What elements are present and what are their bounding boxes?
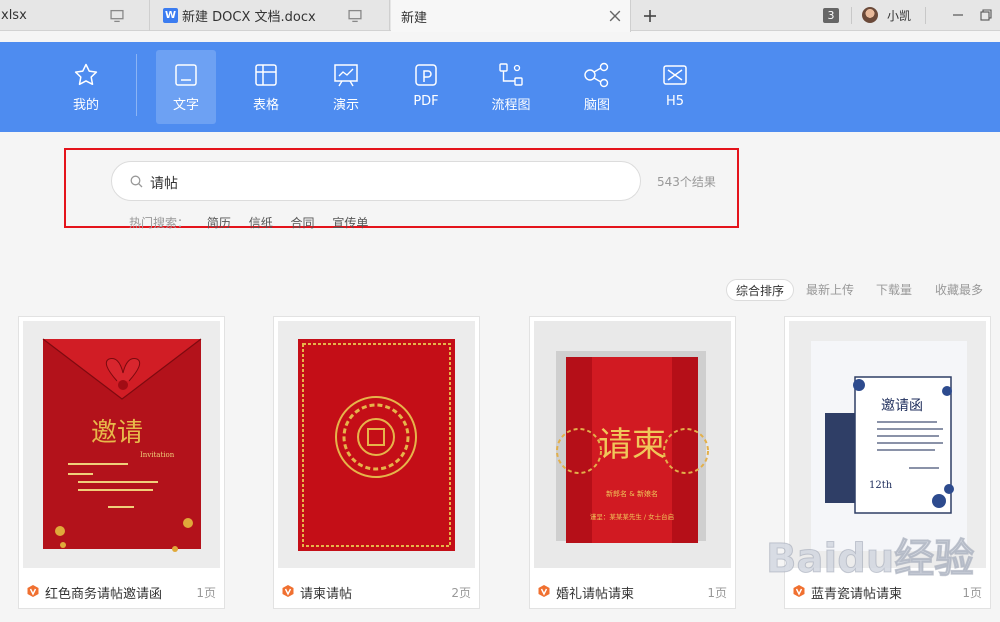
sort-comprehensive[interactable]: 综合排序 <box>726 279 795 301</box>
restore-icon <box>980 9 992 21</box>
flowchart-icon <box>499 63 523 86</box>
template-thumbnail[interactable]: 邀请 Invitation <box>23 321 220 568</box>
hot-search-label: 热门搜索： <box>129 216 190 230</box>
category-label: 脑图 <box>583 98 610 113</box>
document-type-icon <box>27 585 39 597</box>
tab-docx[interactable]: W 新建 DOCX 文档.docx <box>151 0 390 31</box>
wps-writer-icon: W <box>163 8 178 23</box>
h5-icon <box>663 65 687 85</box>
card-pages: 1页 <box>962 586 982 600</box>
mindmap-icon <box>584 62 609 88</box>
category-pdf[interactable]: PDF <box>396 50 456 124</box>
avatar[interactable] <box>862 7 878 23</box>
card-pages: 1页 <box>707 586 727 600</box>
template-card[interactable]: 请柬 新郎名 & 新娘名 谨呈：某某某先生 / 女士台启 婚礼请帖请柬 1页 <box>529 316 736 609</box>
template-thumbnail[interactable]: 请柬 新郎名 & 新娘名 谨呈：某某某先生 / 女士台启 <box>534 321 731 568</box>
thumbnail-date: 12th <box>869 480 893 491</box>
tab-label: xlsx <box>1 8 27 23</box>
sort-favorites[interactable]: 收藏最多 <box>935 279 983 301</box>
app-window: xlsx W 新建 DOCX 文档.docx 新建 3 小凯 我的 文字 表格 … <box>0 0 1000 622</box>
category-sheet[interactable]: 表格 <box>236 50 296 124</box>
card-footer: 红色商务请帖邀请函 1页 <box>19 573 224 609</box>
thumbnail-art-red-invitation: 邀请 Invitation <box>23 321 220 568</box>
thumbnail-art-red-card <box>278 321 475 568</box>
template-card[interactable]: 邀请 Invitation 红色商务请帖邀请函 1页 <box>18 316 225 609</box>
plus-icon <box>644 10 656 22</box>
star-icon <box>74 63 98 86</box>
card-footer: 请柬请帖 2页 <box>274 573 479 609</box>
divider <box>851 7 852 24</box>
category-label: 文字 <box>172 98 199 113</box>
template-thumbnail[interactable] <box>278 321 475 568</box>
restore-button[interactable] <box>976 5 996 25</box>
presentation-icon <box>334 64 358 87</box>
card-footer: 蓝青瓷请帖请柬 1页 <box>785 573 990 609</box>
document-type-icon <box>282 585 294 597</box>
card-footer: 婚礼请帖请柬 1页 <box>530 573 735 609</box>
hot-search-item[interactable]: 合同 <box>291 216 315 230</box>
close-icon[interactable] <box>608 9 622 23</box>
table-icon <box>255 64 277 86</box>
thumbnail-art-blue-invitation: 邀请函 12th <box>789 321 986 568</box>
category-label: 我的 <box>72 98 99 113</box>
username[interactable]: 小凯 <box>887 7 911 24</box>
minimize-button[interactable] <box>948 5 968 25</box>
divider <box>925 7 926 24</box>
hot-search-item[interactable]: 简历 <box>207 216 231 230</box>
category-text[interactable]: 文字 <box>156 50 216 124</box>
sort-newest[interactable]: 最新上传 <box>806 279 854 301</box>
tab-bar: xlsx W 新建 DOCX 文档.docx 新建 3 小凯 <box>0 0 1000 32</box>
document-type-icon <box>538 585 550 597</box>
category-mindmap[interactable]: 脑图 <box>567 50 627 124</box>
search-input[interactable]: 请帖 <box>111 161 641 201</box>
category-label: 表格 <box>252 98 279 113</box>
sort-downloads[interactable]: 下载量 <box>876 279 912 301</box>
tab-new[interactable]: 新建 <box>391 0 631 32</box>
card-title[interactable]: 婚礼请帖请柬 <box>556 583 634 602</box>
category-label: PDF <box>413 94 439 109</box>
category-label: 演示 <box>332 98 359 113</box>
category-mine[interactable]: 我的 <box>56 50 116 124</box>
hot-search-row: 热门搜索： 简历 信纸 合同 宣传单 <box>129 214 382 231</box>
thumbnail-art-wedding: 请柬 新郎名 & 新娘名 谨呈：某某某先生 / 女士台启 <box>534 321 731 568</box>
search-value: 请帖 <box>150 176 178 192</box>
card-title[interactable]: 请柬请帖 <box>300 583 352 602</box>
thumbnail-title: 请柬 <box>598 425 666 465</box>
thumbnail-addressee: 谨呈：某某某先生 / 女士台启 <box>590 512 674 521</box>
card-title[interactable]: 蓝青瓷请帖请柬 <box>811 583 902 602</box>
document-type-icon <box>793 585 805 597</box>
monitor-icon[interactable] <box>110 9 124 23</box>
category-label: H5 <box>665 94 685 109</box>
new-tab-button[interactable] <box>640 6 660 26</box>
card-title[interactable]: 红色商务请帖邀请函 <box>45 583 162 602</box>
sort-bar: 综合排序 最新上传 下载量 收藏最多 <box>0 279 1000 301</box>
thumbnail-title: 邀请函 <box>881 398 923 414</box>
category-bar: 我的 文字 表格 演示 PDF 流程图 脑图 H5 <box>0 42 1000 132</box>
tab-label: 新建 DOCX 文档.docx <box>182 10 316 25</box>
tab-label: 新建 <box>401 10 428 26</box>
category-flowchart[interactable]: 流程图 <box>481 50 541 124</box>
minimize-icon <box>953 14 963 16</box>
hot-search-item[interactable]: 宣传单 <box>332 216 368 230</box>
divider <box>136 54 137 116</box>
template-card[interactable]: 请柬请帖 2页 <box>273 316 480 609</box>
hot-search-item[interactable]: 信纸 <box>249 216 273 230</box>
search-icon <box>130 175 143 188</box>
pdf-icon <box>415 64 437 86</box>
category-presentation[interactable]: 演示 <box>316 50 376 124</box>
tab-xlsx[interactable]: xlsx <box>0 0 150 31</box>
thumbnail-subtitle: Invitation <box>140 451 175 459</box>
card-pages: 1页 <box>196 586 216 600</box>
thumbnail-names: 新郎名 & 新娘名 <box>606 489 658 498</box>
result-count: 543个结果 <box>657 175 716 189</box>
template-card[interactable]: 邀请函 12th 蓝青瓷请帖请柬 1页 <box>784 316 991 609</box>
template-thumbnail[interactable]: 邀请函 12th <box>789 321 986 568</box>
card-pages: 2页 <box>451 586 471 600</box>
document-icon <box>175 64 197 86</box>
thumbnail-title: 邀请 <box>91 418 143 448</box>
tab-count-badge[interactable]: 3 <box>823 8 839 23</box>
category-label: 流程图 <box>491 98 531 113</box>
category-h5[interactable]: H5 <box>645 50 705 124</box>
monitor-icon[interactable] <box>348 9 362 23</box>
